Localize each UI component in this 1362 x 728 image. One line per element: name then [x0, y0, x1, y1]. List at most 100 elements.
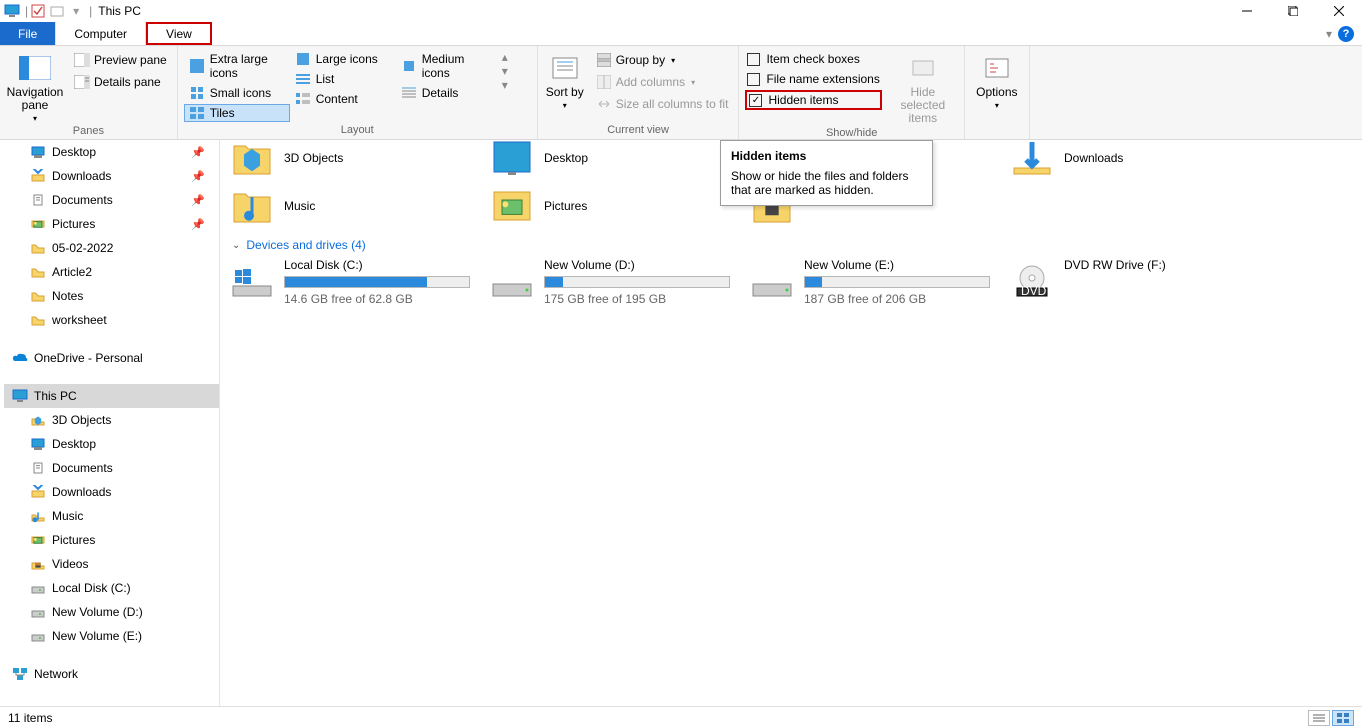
ribbon-group-layout: Extra large icons Small icons Tiles Larg… — [178, 46, 538, 139]
options-button[interactable]: Options ▾ — [971, 48, 1023, 110]
qat-properties-icon[interactable] — [30, 3, 46, 19]
addcolumns-button[interactable]: Add columns▾ — [592, 72, 733, 92]
drive-tile[interactable]: DVDDVD RW Drive (F:) — [1010, 258, 1250, 306]
drive-icon — [490, 258, 534, 298]
separator-icon: | — [25, 4, 28, 18]
layout-content[interactable]: Content — [290, 90, 396, 108]
close-button[interactable] — [1316, 0, 1362, 22]
nav-onedrive[interactable]: OneDrive - Personal — [4, 346, 219, 370]
navigation-pane[interactable]: Desktop📌Downloads📌Documents📌Pictures📌05-… — [0, 140, 220, 706]
layout-tiles[interactable]: Tiles — [184, 104, 290, 122]
layout-large[interactable]: Large icons — [290, 50, 396, 68]
nav-quick-item[interactable]: Documents📌 — [4, 188, 219, 212]
folder-tile[interactable]: 3D Objects — [230, 140, 470, 182]
qat-dropdown-icon[interactable]: ▾ — [68, 3, 84, 19]
preview-pane-button[interactable]: Preview pane — [70, 50, 171, 70]
file-extensions-toggle[interactable]: File name extensions — [745, 70, 881, 88]
pin-icon: 📌 — [191, 194, 205, 207]
nav-quick-item[interactable]: worksheet — [4, 308, 219, 332]
drive-usage-bar — [284, 276, 470, 288]
layout-list[interactable]: List — [290, 70, 396, 88]
desktop-icon — [30, 144, 46, 160]
status-bar: 11 items — [0, 706, 1362, 728]
chevron-down-icon: ⌄ — [232, 240, 240, 251]
blank-icon — [1010, 186, 1054, 226]
nav-network[interactable]: Network — [4, 662, 219, 686]
drive-tile[interactable]: New Volume (E:)187 GB free of 206 GB — [750, 258, 990, 306]
navigation-pane-button[interactable]: Navigation pane ▾ — [6, 48, 64, 123]
3d-icon — [30, 412, 46, 428]
pc-icon — [4, 3, 20, 19]
item-checkboxes-toggle[interactable]: Item check boxes — [745, 50, 881, 68]
nav-pc-item[interactable]: Desktop — [4, 432, 219, 456]
sortby-button[interactable]: Sort by ▾ — [544, 48, 586, 110]
nav-pc-item[interactable]: New Volume (D:) — [4, 600, 219, 624]
icons-xl-icon — [190, 59, 204, 73]
nav-pc-item[interactable]: Videos — [4, 552, 219, 576]
tab-computer[interactable]: Computer — [56, 22, 146, 45]
layout-scroll-down-icon[interactable]: ▾ — [502, 64, 508, 78]
view-tiles-button[interactable] — [1332, 710, 1354, 726]
layout-small[interactable]: Small icons — [184, 84, 290, 102]
ribbon-group-currentview: Sort by ▾ Group by▾ Add columns▾ Size al… — [538, 46, 740, 139]
nav-quick-item[interactable]: Notes — [4, 284, 219, 308]
folder-tile[interactable]: Music — [230, 182, 470, 230]
nav-pc-item[interactable]: Documents — [4, 456, 219, 480]
network-icon — [12, 666, 28, 682]
layout-scroll-up-icon[interactable]: ▴ — [502, 50, 508, 64]
nav-pc-item[interactable]: Downloads — [4, 480, 219, 504]
nav-quick-item[interactable]: Pictures📌 — [4, 212, 219, 236]
desktop-icon — [30, 436, 46, 452]
nav-pc-item[interactable]: Local Disk (C:) — [4, 576, 219, 600]
qat-newfolder-icon[interactable] — [49, 3, 65, 19]
drive-freespace: 175 GB free of 195 GB — [544, 292, 730, 306]
nav-quick-item[interactable]: 05-02-2022 — [4, 236, 219, 260]
nav-quick-item[interactable]: Desktop📌 — [4, 140, 219, 164]
nav-this-pc[interactable]: This PC — [4, 384, 219, 408]
nav-quick-item[interactable]: Downloads📌 — [4, 164, 219, 188]
layout-details[interactable]: Details — [396, 84, 502, 102]
help-icon[interactable]: ? — [1338, 26, 1354, 42]
desktop-icon — [490, 140, 534, 178]
nav-pc-item[interactable]: Music — [4, 504, 219, 528]
groupby-button[interactable]: Group by▾ — [592, 50, 733, 70]
checkbox-checked-icon: ✓ — [749, 94, 762, 107]
folder-tile[interactable]: Pictures — [490, 182, 730, 230]
hidden-items-toggle[interactable]: ✓Hidden items — [745, 90, 881, 110]
nav-pc-item[interactable]: Pictures — [4, 528, 219, 552]
content-pane[interactable]: 3D Objects Desktop Downloads Music Pictures… — [220, 140, 1362, 706]
drive-tile[interactable]: New Volume (D:) 175 GB free of 195 GB — [490, 258, 730, 306]
drive-freespace: 187 GB free of 206 GB — [804, 292, 990, 306]
document-icon — [30, 192, 46, 208]
minimize-ribbon-icon[interactable]: ▾ — [1326, 27, 1332, 41]
ribbon: Navigation pane ▾ Preview pane Details p… — [0, 46, 1362, 140]
layout-medium[interactable]: Medium icons — [396, 50, 502, 82]
checkbox-icon — [747, 73, 760, 86]
drive-icon — [750, 258, 794, 298]
devices-header[interactable]: ⌄Devices and drives (4) — [232, 238, 1352, 252]
nav-quick-item[interactable]: Article2 — [4, 260, 219, 284]
icons-lg-icon — [296, 52, 310, 66]
folder-tile[interactable]: Downloads — [1010, 140, 1250, 182]
drive-label: New Volume (D:) — [544, 258, 730, 272]
view-details-button[interactable] — [1308, 710, 1330, 726]
layout-xlarge[interactable]: Extra large icons — [184, 50, 290, 82]
maximize-button[interactable] — [1270, 0, 1316, 22]
layout-expand-icon[interactable]: ▾ — [502, 78, 508, 92]
details-pane-icon — [74, 74, 90, 90]
tab-view[interactable]: View — [146, 22, 212, 45]
folder-icon — [30, 312, 46, 328]
minimize-button[interactable] — [1224, 0, 1270, 22]
nav-pc-item[interactable]: New Volume (E:) — [4, 624, 219, 648]
drive-tile[interactable]: Local Disk (C:)14.6 GB free of 62.8 GB — [230, 258, 470, 306]
drive-icon — [30, 628, 46, 644]
details-pane-button[interactable]: Details pane — [70, 72, 171, 92]
folder-tile[interactable]: Desktop — [490, 140, 730, 182]
hide-selected-button[interactable]: Hide selected items — [888, 48, 958, 125]
folder-tile[interactable] — [1010, 182, 1250, 230]
folder-icon — [30, 240, 46, 256]
chevron-down-icon: ▾ — [995, 101, 999, 110]
nav-pc-item[interactable]: 3D Objects — [4, 408, 219, 432]
sizecolumns-button[interactable]: Size all columns to fit — [592, 94, 733, 114]
tab-file[interactable]: File — [0, 22, 56, 45]
